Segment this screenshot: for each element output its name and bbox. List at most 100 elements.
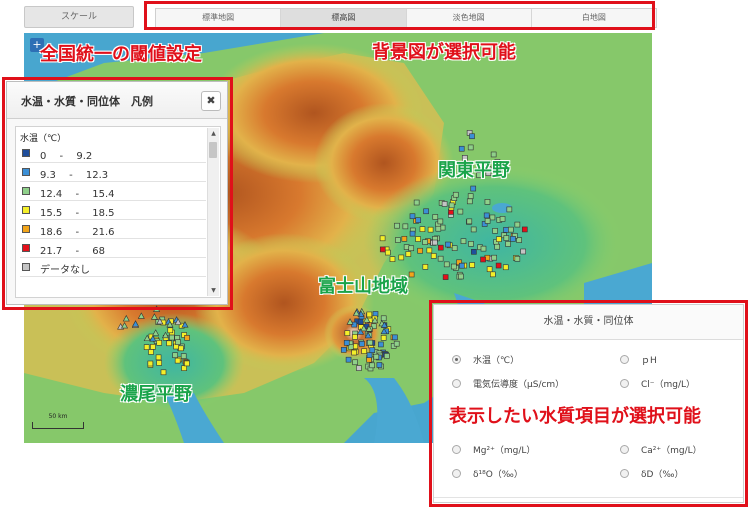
sampling-point[interactable] (458, 145, 465, 152)
sampling-point[interactable] (394, 222, 400, 229)
sampling-point[interactable] (505, 241, 511, 247)
sampling-point[interactable] (417, 247, 423, 254)
sampling-point[interactable] (423, 208, 429, 215)
sampling-point[interactable] (506, 206, 513, 213)
sampling-point[interactable] (484, 199, 491, 205)
sampling-point[interactable] (184, 360, 190, 367)
sampling-point[interactable] (383, 353, 390, 359)
sampling-point[interactable] (451, 245, 458, 251)
sampling-point[interactable] (491, 254, 497, 261)
sampling-point[interactable] (432, 239, 438, 246)
radio-button[interactable] (452, 355, 461, 364)
sampling-point[interactable] (169, 334, 175, 341)
sampling-point[interactable] (480, 256, 486, 263)
sampling-point[interactable] (467, 193, 474, 199)
parameter-option[interactable]: Mg²⁺（mg/L） (452, 443, 535, 456)
sampling-point[interactable] (343, 340, 350, 346)
sampling-point[interactable] (150, 313, 158, 320)
sampling-point[interactable] (369, 347, 376, 353)
sampling-point[interactable] (496, 236, 502, 242)
sampling-point[interactable] (137, 312, 145, 319)
radio-button[interactable] (452, 445, 461, 454)
sampling-point[interactable] (452, 191, 459, 198)
sampling-point[interactable] (380, 335, 387, 341)
sampling-point[interactable] (427, 226, 434, 233)
sampling-point[interactable] (359, 341, 365, 347)
sampling-point[interactable] (409, 213, 416, 220)
sampling-point[interactable] (503, 235, 510, 241)
sampling-point[interactable] (514, 221, 521, 228)
sampling-point[interactable] (408, 271, 415, 278)
sampling-point[interactable] (435, 225, 442, 232)
sampling-point[interactable] (366, 352, 373, 359)
sampling-point[interactable] (175, 339, 181, 345)
sampling-point[interactable] (352, 359, 358, 366)
sampling-point[interactable] (121, 321, 129, 329)
sampling-point[interactable] (385, 249, 391, 256)
sampling-point[interactable] (408, 245, 415, 252)
scroll-up-icon[interactable]: ▲ (208, 128, 219, 139)
radio-button[interactable] (620, 379, 629, 388)
sampling-point[interactable] (448, 202, 455, 209)
sampling-point[interactable] (389, 256, 396, 262)
sampling-point[interactable] (180, 353, 187, 359)
sampling-point[interactable] (480, 245, 487, 252)
sampling-point[interactable] (150, 344, 156, 350)
legend-scrollbar[interactable]: ▲ ▼ (207, 128, 219, 296)
radio-button[interactable] (620, 445, 629, 454)
sampling-point[interactable] (437, 244, 444, 251)
sampling-point[interactable] (467, 144, 474, 151)
sampling-point[interactable] (172, 352, 178, 359)
sampling-point[interactable] (466, 218, 473, 225)
sampling-point[interactable] (468, 241, 474, 247)
sampling-point[interactable] (494, 243, 500, 250)
scroll-down-icon[interactable]: ▼ (208, 285, 219, 296)
sampling-point[interactable] (160, 369, 167, 376)
sampling-point[interactable] (155, 354, 162, 361)
sampling-point[interactable] (457, 208, 464, 215)
radio-button[interactable] (452, 379, 461, 388)
sampling-point[interactable] (132, 320, 140, 327)
sampling-point[interactable] (379, 235, 386, 242)
sampling-point[interactable] (361, 348, 367, 355)
sampling-point[interactable] (459, 262, 465, 269)
sampling-point[interactable] (451, 263, 457, 270)
sampling-point[interactable] (373, 353, 380, 360)
sampling-point[interactable] (156, 339, 163, 346)
parameter-option[interactable]: Ca²⁺（mg/L） (620, 443, 702, 456)
sampling-point[interactable] (148, 349, 154, 355)
scale-button[interactable]: スケール (24, 6, 134, 28)
sampling-point[interactable] (143, 344, 150, 350)
sampling-point[interactable] (469, 133, 475, 140)
sampling-point[interactable] (419, 226, 426, 232)
parameter-option[interactable]: Cl⁻（mg/L） (620, 377, 695, 390)
sampling-point[interactable] (510, 236, 516, 242)
sampling-point[interactable] (441, 201, 448, 207)
sampling-point[interactable] (415, 236, 421, 242)
sampling-point[interactable] (437, 255, 444, 262)
sampling-point[interactable] (405, 251, 412, 257)
sampling-point[interactable] (174, 357, 181, 364)
sampling-point[interactable] (495, 262, 502, 269)
sampling-point[interactable] (167, 327, 174, 334)
sampling-point[interactable] (393, 340, 400, 347)
sampling-point[interactable] (379, 246, 386, 253)
sampling-point[interactable] (166, 340, 172, 347)
sampling-point[interactable] (426, 247, 433, 254)
sampling-point[interactable] (466, 198, 473, 205)
sampling-point[interactable] (490, 271, 496, 278)
sampling-point[interactable] (470, 185, 477, 192)
sampling-point[interactable] (422, 264, 429, 270)
sampling-point[interactable] (486, 266, 493, 273)
parameter-option[interactable]: ｐH (620, 353, 657, 366)
sampling-point[interactable] (403, 244, 410, 250)
sampling-point[interactable] (471, 249, 477, 255)
sampling-point[interactable] (147, 360, 154, 367)
parameter-option[interactable]: 水温（℃） (452, 353, 519, 366)
sampling-point[interactable] (122, 314, 130, 322)
sampling-point[interactable] (430, 253, 437, 259)
parameter-option[interactable]: δD（‰） (620, 467, 684, 480)
sampling-point[interactable] (345, 356, 352, 363)
sampling-point[interactable] (369, 362, 375, 369)
sampling-point[interactable] (340, 347, 347, 353)
